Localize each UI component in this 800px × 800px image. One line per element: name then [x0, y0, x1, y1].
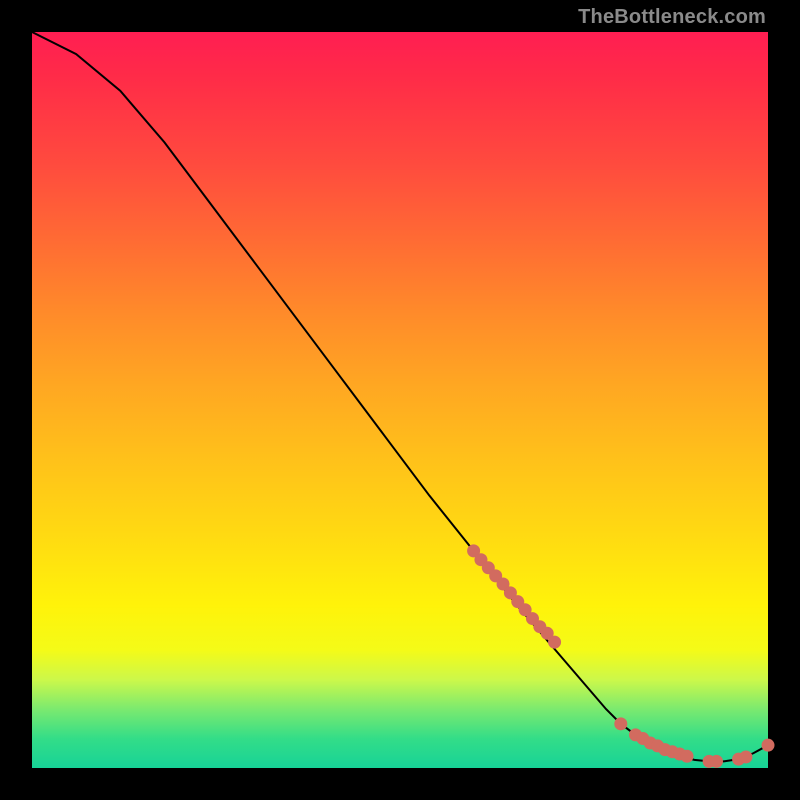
marker-points — [467, 544, 774, 768]
marker-point — [762, 739, 775, 752]
marker-point — [614, 717, 627, 730]
bottleneck-curve — [32, 32, 768, 761]
marker-point — [548, 636, 561, 649]
curve-path — [32, 32, 768, 761]
marker-point — [739, 750, 752, 763]
marker-point — [681, 750, 694, 763]
watermark-text: TheBottleneck.com — [578, 6, 766, 29]
chart-container: TheBottleneck.com — [0, 0, 800, 800]
marker-point — [710, 755, 723, 768]
chart-overlay-svg — [32, 32, 768, 768]
